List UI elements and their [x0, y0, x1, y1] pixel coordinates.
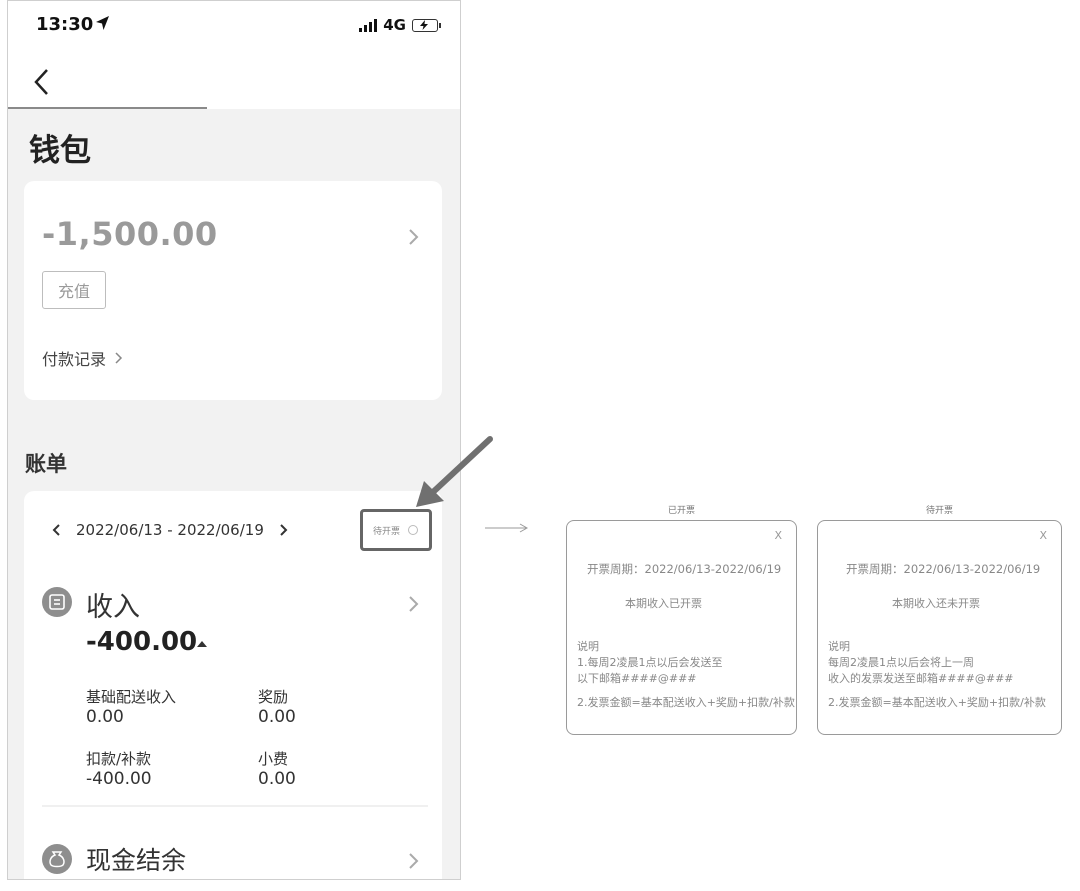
caret-up-icon[interactable]	[197, 641, 207, 647]
note-line: 以下邮箱####@###	[577, 672, 697, 685]
flow-arrow	[485, 523, 529, 533]
status-indicators: 4G	[359, 16, 441, 34]
next-week-icon[interactable]	[278, 523, 288, 537]
invoice-popup-pending: X 开票周期：2022/06/13-2022/06/19 本期收入还未开票 说明…	[817, 520, 1062, 735]
date-range: 2022/06/13 - 2022/06/19	[76, 521, 264, 539]
income-item-value: 0.00	[258, 707, 296, 727]
note-line: 2.发票金额=基本配送收入+奖励+扣款/补款	[577, 696, 795, 709]
note-line: 2.发票金额=基本配送收入+奖励+扣款/补款	[828, 696, 1046, 709]
info-icon	[408, 525, 419, 535]
chevron-right-icon[interactable]	[406, 227, 420, 247]
page-title: 钱包	[29, 133, 91, 169]
status-bar: 13:30 4G	[8, 1, 460, 53]
popup-caption: 待开票	[925, 506, 953, 516]
income-label[interactable]: 收入	[86, 585, 140, 624]
popup-caption: 已开票	[667, 506, 695, 516]
invoice-period: 开票周期：2022/06/13-2022/06/19	[846, 562, 1041, 576]
note-line: 收入的发票发送至邮箱####@###	[828, 672, 1014, 685]
note-line: 1.每周2凌晨1点以后会发送至	[577, 656, 723, 669]
close-button[interactable]: X	[774, 529, 782, 542]
date-range-selector: 2022/06/13 - 2022/06/19	[52, 521, 288, 539]
nav-bar	[8, 53, 460, 109]
recharge-button[interactable]: 充值	[42, 271, 106, 309]
income-item-label: 扣款/补款	[86, 750, 152, 768]
income-total: -400.00	[86, 627, 198, 657]
invoice-status-tag[interactable]: 待开票	[360, 509, 432, 551]
income-item-value: 0.00	[258, 769, 296, 789]
back-arrow-icon[interactable]	[28, 67, 58, 97]
invoice-status-message: 本期收入还未开票	[892, 597, 980, 610]
previous-week-icon[interactable]	[52, 523, 62, 537]
annotation-arrow	[416, 436, 493, 507]
wallet-balance[interactable]: -1,500.00	[42, 215, 218, 253]
nav-underline	[8, 107, 207, 109]
chevron-right-icon[interactable]	[406, 851, 420, 871]
battery-icon	[412, 18, 441, 32]
signal-icon	[359, 18, 378, 32]
note-title: 说明	[828, 640, 850, 653]
location-arrow-icon	[96, 16, 109, 30]
income-item-value: 0.00	[86, 707, 124, 727]
divider	[42, 805, 428, 807]
income-item-label: 小费	[258, 750, 289, 768]
invoice-popup-issued: X 开票周期：2022/06/13-2022/06/19 本期收入已开票 说明 …	[566, 520, 797, 735]
income-item-label: 基础配送收入	[86, 688, 177, 706]
bill-section-title: 账单	[25, 452, 67, 476]
note-title: 说明	[577, 640, 599, 653]
network-type: 4G	[383, 16, 406, 34]
status-time: 13:30	[36, 14, 94, 35]
income-item-value: -400.00	[86, 769, 152, 789]
payment-records-label: 付款记录	[42, 350, 107, 369]
note-line: 每周2凌晨1点以后会将上一周	[828, 656, 974, 669]
money-bag-icon	[42, 844, 72, 874]
chevron-right-icon[interactable]	[406, 594, 420, 614]
bill-card: 2022/06/13 - 2022/06/19 待开票 收入 -400.00 基…	[24, 491, 442, 879]
phone-screen: 13:30 4G 钱包 -1,500.00 充值 付款记录 账单 2022/06…	[7, 0, 461, 880]
invoice-status-label: 待开票	[373, 526, 401, 537]
chevron-right-icon	[115, 352, 123, 364]
close-button[interactable]: X	[1039, 529, 1047, 542]
wallet-card: -1,500.00 充值 付款记录	[24, 181, 442, 400]
income-icon	[42, 587, 72, 617]
income-item-label: 奖励	[258, 688, 289, 706]
cash-balance-label[interactable]: 现金结余	[86, 841, 186, 877]
invoice-period: 开票周期：2022/06/13-2022/06/19	[587, 562, 782, 576]
invoice-status-message: 本期收入已开票	[625, 597, 702, 610]
payment-records-link[interactable]: 付款记录	[42, 346, 123, 370]
